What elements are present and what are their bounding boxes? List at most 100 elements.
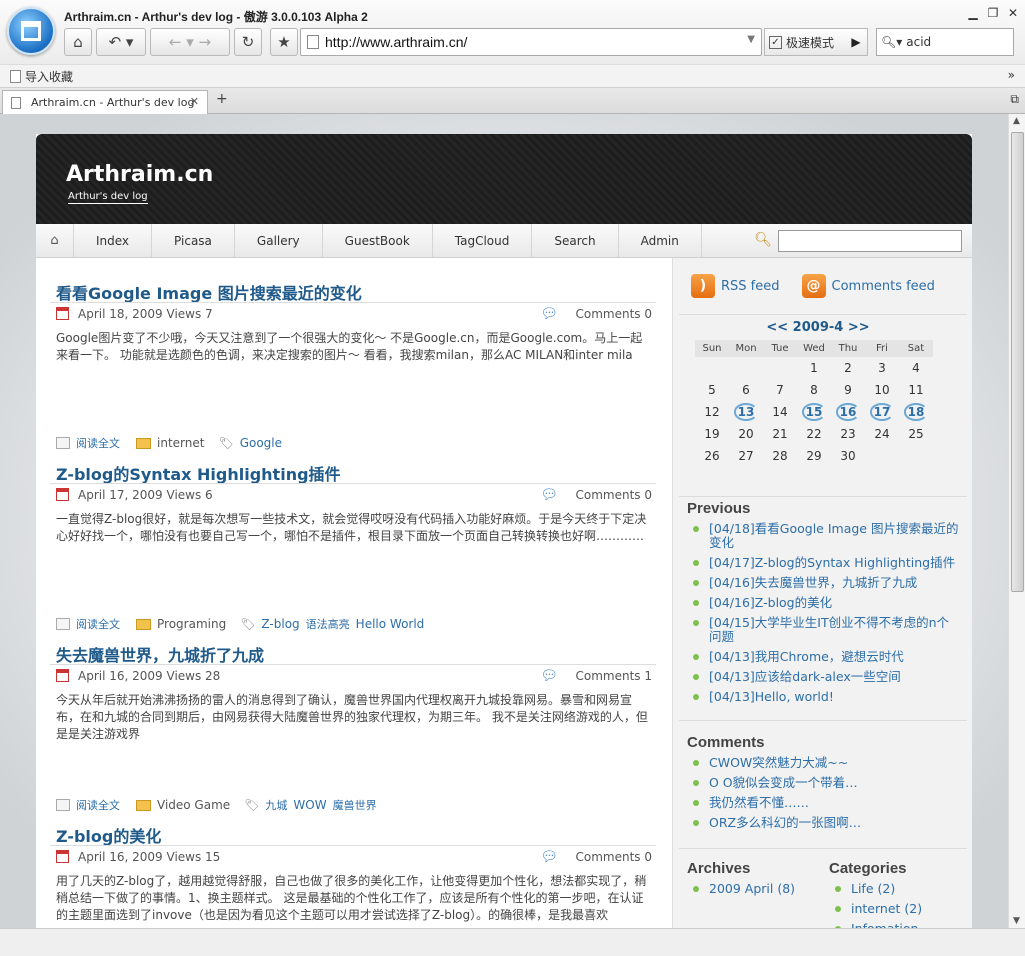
recent-comment-link[interactable]: ORZ多么科幻的一张图啊… [691,816,961,830]
post-meta: April 16, 2009 Views 15 💬︎ Comments 0 [50,845,656,867]
rss-feed-link[interactable]: ) RSS feed [691,274,780,298]
comment-count[interactable]: Comments 1 [576,669,653,683]
previous-post-link[interactable]: [04/16]失去魔兽世界，九城折了九成 [691,576,961,590]
category-link[interactable]: internet (2) [833,902,963,916]
post-tag[interactable]: Hello World [356,617,425,631]
go-button[interactable]: ▶ [844,28,868,56]
magnifier-icon: 🔍︎ [754,232,772,248]
post-tag[interactable]: Z-blog [261,617,299,631]
comment-count[interactable]: Comments 0 [576,488,653,502]
restore-icon[interactable]: ❐ [987,6,999,20]
post-title[interactable]: Z-blog的Syntax Highlighting插件 [50,461,656,484]
minimize-icon[interactable]: ▁ [967,6,979,20]
nav-item-tagcloud[interactable]: TagCloud [433,224,533,257]
back-forward-button[interactable]: ← ▾ → [150,28,230,56]
previous-post-link[interactable]: [04/13]应该给dark-alex一些空间 [691,670,961,684]
nav-item-gallery[interactable]: Gallery [235,224,323,257]
calendar-week: 19 20 21 22 23 24 25 [695,423,933,445]
nav-home-icon[interactable]: ⌂ [36,224,74,257]
post-tag[interactable]: Google [240,436,282,450]
calendar-icon [56,850,69,863]
tag-icon: 🏷︎ [218,436,234,450]
calendar-title[interactable]: << 2009-4 >> [695,320,941,340]
calendar-day-link[interactable]: 16 [831,401,865,423]
calendar-day: 24 [874,427,890,441]
divider [679,848,967,849]
calendar-day: 28 [772,449,788,463]
undo-button[interactable]: ↶ ▾ [96,28,146,56]
calendar-day-link[interactable]: 17 [865,401,899,423]
post-tag[interactable]: 语法高亮 [306,616,350,632]
previous-post-link[interactable]: [04/13]Hello, world! [691,690,961,704]
calendar-day-link[interactable]: 18 [899,401,933,423]
tab-active[interactable]: Arthraim.cn - Arthur's dev log ✕ [2,90,208,114]
nav-item-guestbook[interactable]: GuestBook [323,224,433,257]
comment-count[interactable]: Comments 0 [576,850,653,864]
bookmark-button[interactable]: ★ [270,28,298,56]
post-category[interactable]: internet [157,436,204,450]
close-icon[interactable]: ✕ [1007,6,1019,20]
previous-post-link[interactable]: [04/18]看看Google Image 图片搜索最近的变化 [691,522,961,550]
close-tab-icon[interactable]: ✕ [190,95,199,108]
nav-item-search[interactable]: Search [532,224,619,257]
comment-bubble-icon: 💬︎ [540,849,558,865]
search-input[interactable]: 🔍︎▾ acid [876,28,1014,56]
previous-post-link[interactable]: [04/13]我用Chrome，避想云时代 [691,650,961,664]
url-text[interactable]: http://www.arthraim.cn/ [325,34,467,50]
calendar-day: 25 [908,427,924,441]
search-query[interactable]: acid [906,35,931,49]
category-link[interactable]: Life (2) [833,882,963,896]
recent-comment-link[interactable]: CWOW突然魅力大减~~ [691,756,961,770]
read-more-link[interactable]: 阅读全文 [76,616,120,632]
post-tag[interactable]: WOW [293,798,326,812]
status-bar [0,928,1025,956]
new-tab-icon[interactable]: + [216,91,228,107]
categories-list: Life (2)internet (2)Infomation [833,882,963,928]
post-category[interactable]: Video Game [157,798,230,812]
nav-item-admin[interactable]: Admin [619,224,702,257]
vertical-scrollbar[interactable]: ▲ ▼ [1008,114,1025,928]
recent-comment-link[interactable]: O O貌似会变成一个带着… [691,776,961,790]
refresh-button[interactable]: ↻ [234,28,262,56]
post-title[interactable]: 失去魔兽世界，九城折了九成 [50,642,656,665]
tab-title: Arthraim.cn - Arthur's dev log [31,96,195,109]
import-favorites-link[interactable]: 导入收藏 [25,68,73,85]
scroll-down-icon[interactable]: ▼ [1013,916,1020,926]
scroll-up-icon[interactable]: ▲ [1013,116,1020,126]
tag-icon: 🏷︎ [244,798,260,812]
comments-feed-label: Comments feed [831,278,935,294]
post-tag[interactable]: 魔兽世界 [333,797,377,813]
tab-menu-icon[interactable]: ⧉ [1010,92,1019,107]
post-title[interactable]: Z-blog的美化 [50,823,656,846]
post-category[interactable]: Programing [157,617,226,631]
feed-links: ) RSS feed @ Comments feed [691,274,935,298]
calendar-week: 26 27 28 29 30 [695,445,933,467]
chevron-more-icon[interactable]: » [1008,68,1015,82]
site-title[interactable]: Arthraim.cn [66,162,213,187]
nav-item-picasa[interactable]: Picasa [152,224,235,257]
nav-item-index[interactable]: Index [74,224,153,257]
recent-comment-link[interactable]: 我仍然看不懂…… [691,796,961,810]
archive-link[interactable]: 2009 April (8) [691,882,821,896]
post-title[interactable]: 看看Google Image 图片搜索最近的变化 [50,280,656,303]
scrollbar-thumb[interactable] [1011,132,1024,592]
read-more-link[interactable]: 阅读全文 [76,435,120,451]
address-bar[interactable]: http://www.arthraim.cn/ ▼ [300,28,762,56]
previous-post-link[interactable]: [04/16]Z-blog的美化 [691,596,961,610]
site-search-input[interactable] [778,230,962,252]
read-more-link[interactable]: 阅读全文 [76,797,120,813]
post-tag[interactable]: 九城 [265,797,287,813]
previous-post-link[interactable]: [04/15]大学毕业生IT创业不得不考虑的n个问题 [691,616,961,644]
calendar-day [763,357,797,379]
home-button[interactable]: ⌂ [64,28,92,56]
comment-count[interactable]: Comments 0 [576,307,653,321]
calendar-icon [56,488,69,501]
calendar-day-link[interactable]: 13 [729,401,763,423]
calendar-day: 4 [912,361,920,375]
maxthon-logo-icon[interactable] [7,7,55,55]
comments-feed-link[interactable]: @ Comments feed [801,274,935,298]
calendar-day-link[interactable]: 15 [797,401,831,423]
address-dropdown-icon[interactable]: ▼ [747,34,755,45]
star-icon: ★ [277,33,291,51]
previous-post-link[interactable]: [04/17]Z-blog的Syntax Highlighting插件 [691,556,961,570]
